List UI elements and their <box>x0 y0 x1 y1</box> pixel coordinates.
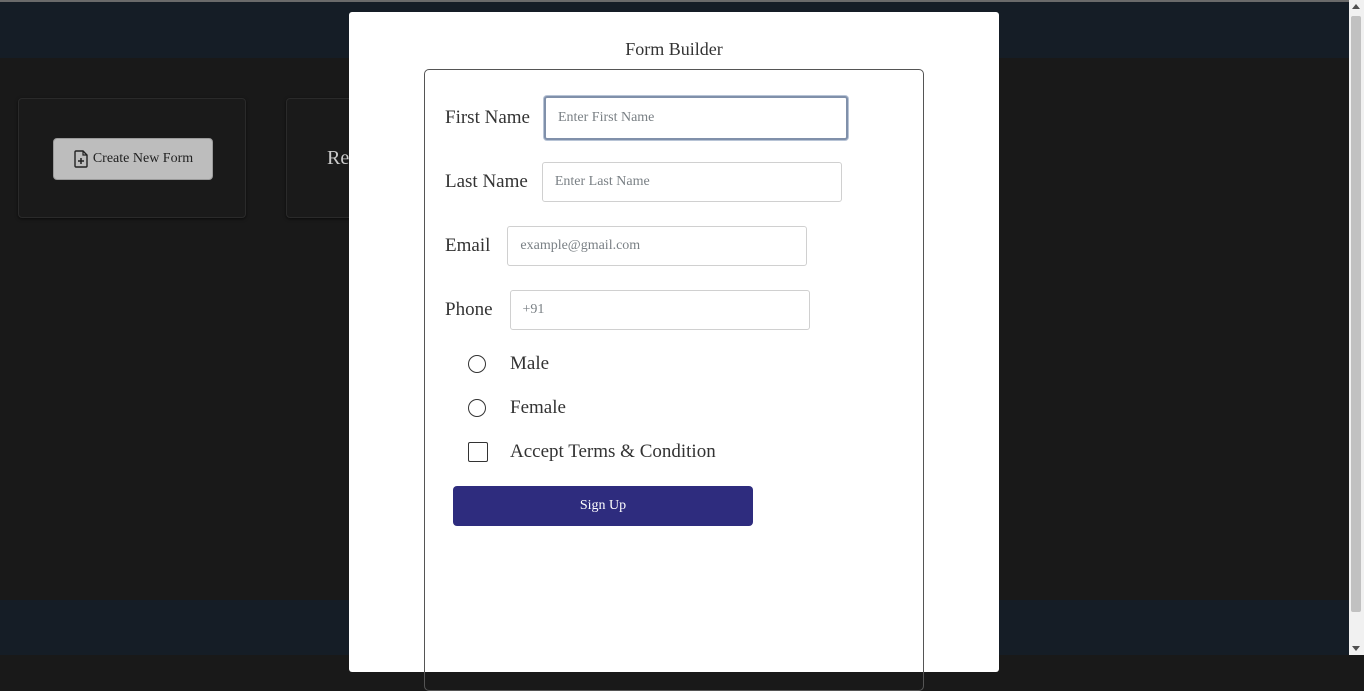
scroll-down-arrow-icon[interactable] <box>1352 646 1360 651</box>
email-row: Email <box>445 226 808 266</box>
last-name-label: Last Name <box>445 171 528 192</box>
male-label: Male <box>510 353 550 374</box>
create-new-form-label: Create New Form <box>92 151 194 166</box>
terms-checkbox[interactable] <box>468 442 488 462</box>
terms-label: Accept Terms & Condition <box>510 441 716 462</box>
form-preview: First Name Last Name Email Phone Male Fe… <box>424 69 924 691</box>
card-title-partial: Re <box>327 147 350 169</box>
file-plus-icon <box>74 150 88 168</box>
first-name-row: First Name <box>445 96 848 140</box>
page-scrollbar[interactable] <box>1349 0 1364 655</box>
first-name-label: First Name <box>445 107 530 128</box>
form-builder-modal: Form Builder First Name Last Name Email … <box>349 12 999 691</box>
last-name-row: Last Name <box>445 162 842 202</box>
gender-male-option[interactable]: Male <box>468 353 549 375</box>
male-radio[interactable] <box>468 355 486 373</box>
first-name-input[interactable] <box>543 96 848 140</box>
phone-input[interactable] <box>509 290 810 330</box>
create-form-card: Create New Form <box>18 98 246 218</box>
email-input[interactable] <box>507 226 808 266</box>
scrollbar-thumb[interactable] <box>1351 16 1361 612</box>
phone-row: Phone <box>445 290 810 330</box>
last-name-input[interactable] <box>541 162 842 202</box>
scroll-up-arrow-icon[interactable] <box>1352 4 1360 9</box>
female-radio[interactable] <box>468 399 486 417</box>
terms-option[interactable]: Accept Terms & Condition <box>468 441 716 463</box>
create-new-form-button[interactable]: Create New Form <box>53 138 213 180</box>
phone-label: Phone <box>445 299 493 320</box>
gender-female-option[interactable]: Female <box>468 397 566 419</box>
female-label: Female <box>510 397 566 418</box>
modal-title: Form Builder <box>625 39 723 59</box>
email-label: Email <box>445 235 491 256</box>
sign-up-button[interactable]: Sign Up <box>453 486 753 526</box>
